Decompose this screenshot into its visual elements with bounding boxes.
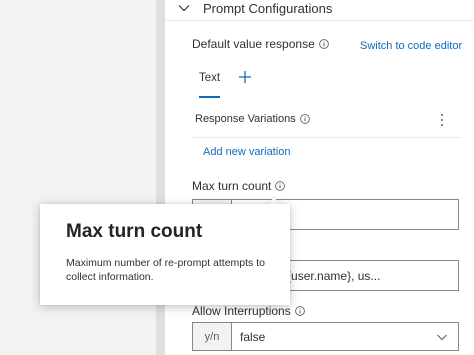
info-icon[interactable] (299, 114, 310, 124)
info-icon[interactable] (275, 181, 286, 191)
section-title: Prompt Configurations (203, 0, 333, 16)
tab-text[interactable]: Text (199, 72, 220, 84)
active-tab-indicator (199, 96, 220, 98)
header-divider (165, 20, 474, 21)
default-value-label-text: Default value response (192, 37, 315, 51)
response-variations-label: Response Variations (195, 113, 310, 125)
default-value-response-label: Default value response (192, 37, 329, 51)
info-icon[interactable] (318, 39, 329, 49)
response-variations-text: Response Variations (195, 113, 296, 125)
allow-interruptions-dropdown[interactable]: false (231, 322, 459, 351)
more-options-icon[interactable] (440, 113, 444, 127)
chevron-down-icon (437, 334, 447, 341)
allow-interruptions-prefix: y/n (192, 322, 232, 351)
allow-interruptions-text: Allow Interruptions (192, 304, 291, 318)
allow-interruptions-value: false (240, 330, 266, 344)
tooltip-body: Maximum number of re-prompt attempts to … (66, 257, 265, 283)
add-new-variation-link[interactable]: Add new variation (203, 146, 290, 158)
switch-to-code-editor-link[interactable]: Switch to code editor (360, 40, 462, 52)
max-turn-count-tooltip: Max turn count Maximum number of re-prom… (40, 204, 290, 305)
variations-divider (192, 137, 462, 138)
allow-interruptions-label: Allow Interruptions (192, 304, 305, 318)
tooltip-title: Max turn count (66, 221, 203, 242)
chevron-down-icon (178, 5, 190, 12)
max-turn-count-label: Max turn count (192, 179, 286, 193)
prompt-configurations-header[interactable]: Prompt Configurations (177, 0, 332, 18)
info-icon[interactable] (294, 306, 305, 316)
max-turn-count-text: Max turn count (192, 179, 272, 193)
add-tab-icon[interactable] (238, 70, 252, 84)
